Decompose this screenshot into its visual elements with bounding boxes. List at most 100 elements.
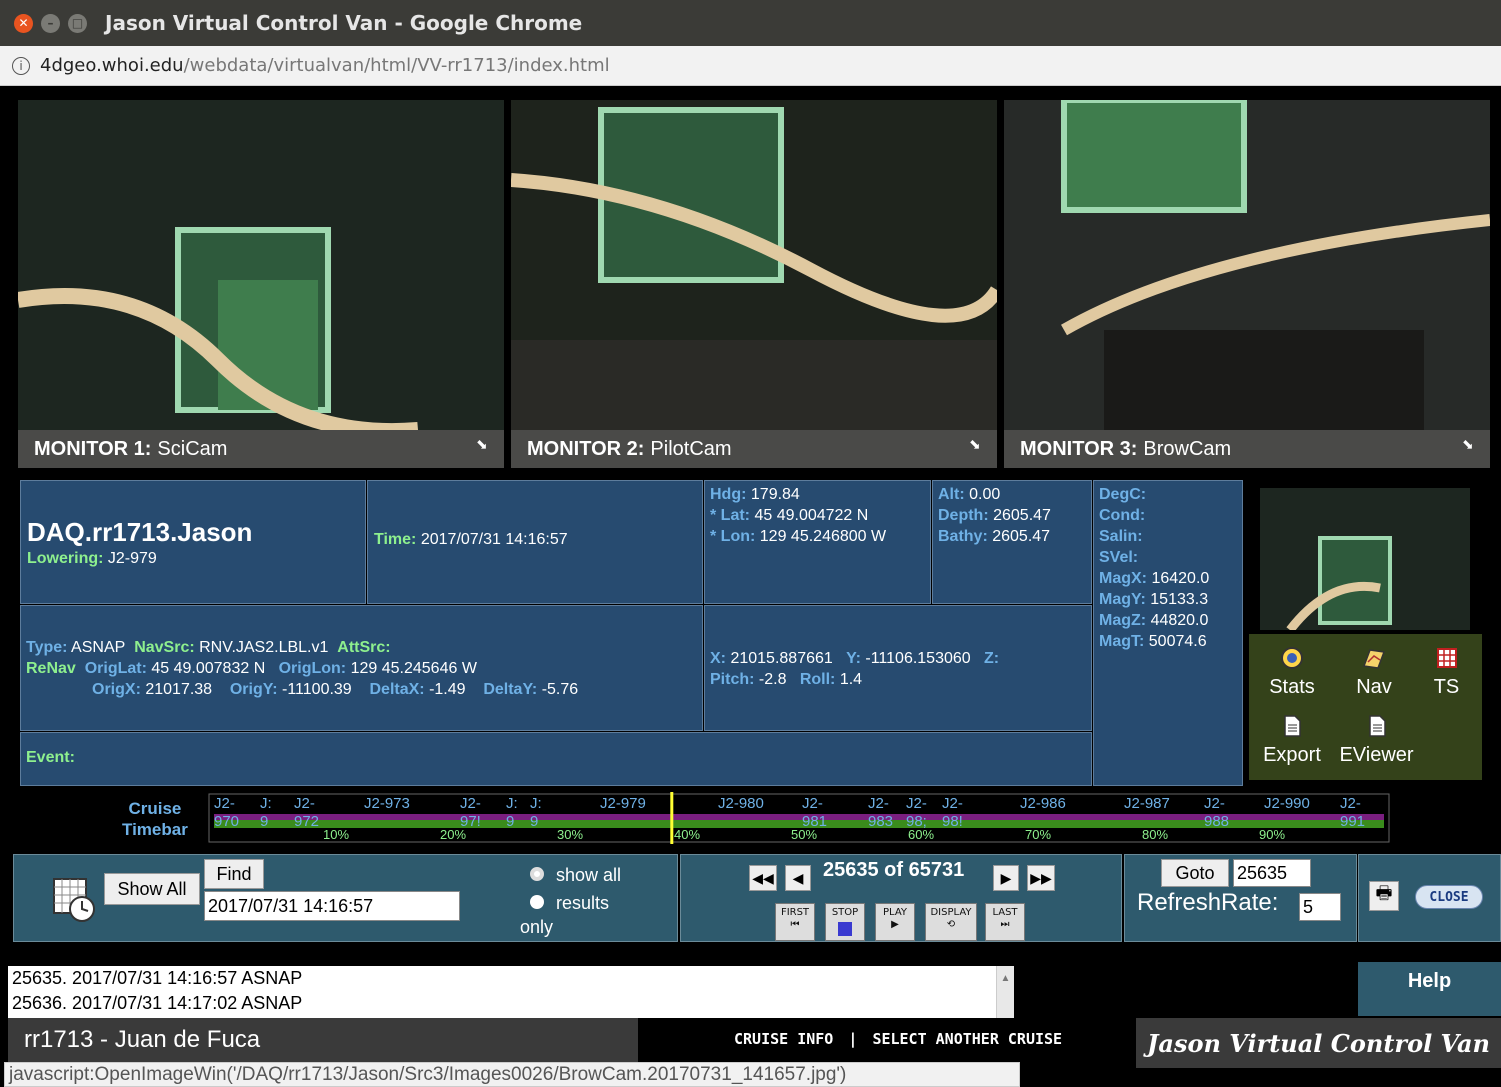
step-forward-button[interactable]: ▶ bbox=[993, 865, 1019, 891]
close-button[interactable]: CLOSE bbox=[1415, 885, 1483, 909]
stop-button[interactable]: STOP bbox=[825, 903, 865, 941]
stats-icon bbox=[1281, 647, 1303, 669]
fast-forward-button[interactable]: ▶▶ bbox=[1027, 865, 1055, 891]
goto-button[interactable]: Goto bbox=[1161, 859, 1229, 887]
timebar-dive-label[interactable]: 983 bbox=[868, 813, 893, 830]
scroll-up-icon[interactable]: ▲ bbox=[997, 966, 1014, 991]
calendar-clock-icon[interactable] bbox=[50, 875, 98, 923]
info-icon[interactable]: i bbox=[12, 56, 30, 75]
tools-panel: Stats Nav TS Export EViewer bbox=[1249, 634, 1482, 780]
log-entry[interactable]: 25635. 2017/07/31 14:16:57 ASNAP bbox=[12, 966, 1014, 991]
popout-icon[interactable]: ⬊ bbox=[1462, 436, 1480, 454]
pilotcam-image[interactable] bbox=[511, 100, 997, 430]
timebar-dive-label[interactable]: J2- bbox=[802, 795, 823, 812]
date-input[interactable]: 2017/07/31 14:16:57 bbox=[204, 891, 460, 921]
timebar-dive-label[interactable]: J: bbox=[506, 795, 518, 812]
timebar-dive-label[interactable]: J2- bbox=[214, 795, 235, 812]
results-radio[interactable]: results bbox=[530, 893, 609, 914]
log-entry[interactable]: 25636. 2017/07/31 14:17:02 ASNAP bbox=[12, 991, 1014, 1016]
timebar-graphic[interactable]: J2- J: J2- J2-973 J2- J: J: J2-979 J2-980 J2- J2- J… bbox=[194, 792, 1394, 844]
monitor-3[interactable]: MONITOR 3: BrowCam ⬊ bbox=[1004, 100, 1490, 468]
stats-button[interactable]: Stats bbox=[1257, 646, 1327, 699]
log-scrollbar[interactable]: ▲ bbox=[996, 966, 1014, 1018]
latitude-value: 45 49.004722 N bbox=[754, 507, 869, 524]
monitor-2-label: MONITOR 2: PilotCam ⬊ bbox=[511, 430, 997, 468]
window-close-button[interactable]: ✕ bbox=[14, 13, 33, 33]
select-cruise-link[interactable]: SELECT ANOTHER CRUISE bbox=[872, 1030, 1062, 1048]
url-path: /webdata/virtualvan/html/VV-rr1713/index… bbox=[183, 55, 610, 76]
first-button[interactable]: FIRST ⏮ bbox=[775, 903, 815, 941]
browcam-image[interactable] bbox=[1004, 100, 1490, 430]
record-log[interactable]: 25635. 2017/07/31 14:16:57 ASNAP 25636. … bbox=[8, 966, 1014, 1018]
timebar-dive-label[interactable]: J2- bbox=[906, 795, 927, 812]
goto-panel: Goto 25635 RefreshRate: 5 bbox=[1124, 854, 1357, 942]
timebar-dive-label[interactable]: 991 bbox=[1340, 813, 1365, 830]
deltay-value: -5.76 bbox=[541, 681, 579, 698]
play-button[interactable]: PLAY ▶ bbox=[875, 903, 915, 941]
window-minimize-button[interactable]: – bbox=[41, 13, 60, 33]
record-counter: 25635 of 65731 bbox=[823, 859, 965, 881]
document-icon bbox=[1368, 715, 1386, 737]
cruise-name: rr1713 - Juan de Fuca bbox=[8, 1018, 638, 1062]
print-button[interactable]: 🖶 bbox=[1369, 881, 1399, 911]
timebar-dive-label[interactable]: J2- bbox=[460, 795, 481, 812]
timebar-dive-label[interactable]: J2- bbox=[942, 795, 963, 812]
timebar-dive-label[interactable]: J2- bbox=[868, 795, 889, 812]
timebar-dive-label[interactable]: 9 bbox=[260, 813, 268, 830]
timebar-dive-label[interactable]: J2-973 bbox=[364, 795, 410, 812]
timebar-dive-label[interactable]: J2-987 bbox=[1124, 795, 1170, 812]
ts-button[interactable]: TS bbox=[1419, 646, 1474, 699]
show-all-button[interactable]: Show All bbox=[104, 873, 200, 905]
timebar-percent-tick: 80% bbox=[1142, 827, 1168, 842]
eviewer-button[interactable]: EViewer bbox=[1334, 714, 1419, 767]
refresh-rate-input[interactable]: 5 bbox=[1299, 893, 1341, 921]
popout-icon[interactable]: ⬊ bbox=[969, 436, 987, 454]
address-bar[interactable]: i 4dgeo.whoi.edu/webdata/virtualvan/html… bbox=[0, 46, 1501, 86]
y-value: -11106.153060 bbox=[865, 650, 971, 667]
goto-input[interactable]: 25635 bbox=[1233, 859, 1311, 887]
scicam-image[interactable] bbox=[18, 100, 504, 430]
cruise-timebar[interactable]: J2- J: J2- J2-973 J2- J: J: J2-979 J2-980 J2- J2- J… bbox=[194, 792, 1394, 844]
timebar-percent-tick: 90% bbox=[1259, 827, 1285, 842]
timebar-dive-label[interactable]: 9 bbox=[506, 813, 514, 830]
nav-button[interactable]: Nav bbox=[1339, 646, 1409, 699]
magz-value: 44820.0 bbox=[1150, 612, 1209, 629]
popout-icon[interactable]: ⬊ bbox=[476, 436, 494, 454]
timebar-dive-label[interactable]: J2- bbox=[1204, 795, 1225, 812]
timebar-dive-label[interactable]: J2- bbox=[294, 795, 315, 812]
search-panel: Show All Find 2017/07/31 14:16:57 show a… bbox=[13, 854, 678, 942]
timebar-dive-label[interactable]: J: bbox=[260, 795, 272, 812]
time-panel: Time: 2017/07/31 14:16:57 bbox=[367, 480, 703, 604]
printer-icon: 🖶 bbox=[1375, 883, 1393, 903]
cruise-info-link[interactable]: CRUISE INFO bbox=[734, 1030, 833, 1048]
display-button[interactable]: DISPLAY ⟲ bbox=[925, 903, 977, 941]
thumbnail-image[interactable] bbox=[1260, 488, 1470, 630]
timebar-dive-label[interactable]: 98! bbox=[942, 813, 963, 830]
monitor-2[interactable]: MONITOR 2: PilotCam ⬊ bbox=[511, 100, 997, 468]
step-back-button[interactable]: ◀ bbox=[785, 865, 811, 891]
timebar-dive-label[interactable]: 970 bbox=[214, 813, 239, 830]
magy-value: 15133.3 bbox=[1150, 591, 1209, 608]
last-button[interactable]: LAST ⏭ bbox=[985, 903, 1025, 941]
timebar-dive-label[interactable]: J: bbox=[530, 795, 542, 812]
timebar-dive-label[interactable]: J2-990 bbox=[1264, 795, 1310, 812]
fast-rewind-button[interactable]: ◀◀ bbox=[749, 865, 777, 891]
timebar-dive-label[interactable]: J2-986 bbox=[1020, 795, 1066, 812]
window-maximize-button[interactable]: □ bbox=[68, 13, 87, 33]
xyz-panel: X: 21015.887661 Y: -11106.153060 Z: Pitc… bbox=[704, 605, 1092, 731]
timebar-dive-label[interactable]: 988 bbox=[1204, 813, 1229, 830]
export-button[interactable]: Export bbox=[1257, 714, 1327, 767]
timebar-dive-label[interactable]: J2-979 bbox=[600, 795, 646, 812]
timebar-position-marker[interactable] bbox=[670, 792, 674, 844]
timebar-dive-label[interactable]: 972 bbox=[294, 813, 319, 830]
find-button[interactable]: Find bbox=[204, 859, 264, 889]
help-button[interactable]: Help bbox=[1358, 962, 1501, 1016]
timebar-dive-label[interactable]: 9 bbox=[530, 813, 538, 830]
event-panel: Event: bbox=[20, 732, 1092, 786]
window-title: Jason Virtual Control Van - Google Chrom… bbox=[105, 11, 583, 35]
timebar-dive-label[interactable]: J2- bbox=[1340, 795, 1361, 812]
lowering-value: J2-979 bbox=[107, 550, 157, 567]
timebar-dive-label[interactable]: J2-980 bbox=[718, 795, 764, 812]
show-all-radio[interactable]: show all bbox=[530, 865, 621, 886]
monitor-1[interactable]: MONITOR 1: SciCam ⬊ bbox=[18, 100, 504, 468]
